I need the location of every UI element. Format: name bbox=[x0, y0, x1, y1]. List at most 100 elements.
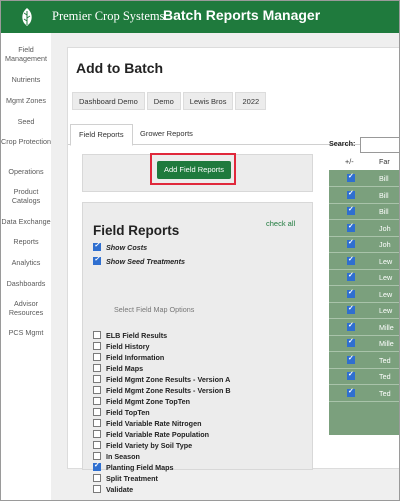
select-field-map-options[interactable]: Select Field Map Options bbox=[114, 305, 194, 314]
sidebar-item-product-catalogs[interactable]: Product Catalogs bbox=[1, 187, 51, 205]
row-checkbox[interactable] bbox=[347, 337, 355, 347]
report-option[interactable]: Validate bbox=[93, 485, 133, 494]
row-checkbox[interactable] bbox=[347, 238, 355, 248]
show-seed-treatments-label: Show Seed Treatments bbox=[106, 257, 185, 266]
report-checkbox[interactable] bbox=[93, 441, 101, 449]
table-row[interactable]: Lew bbox=[329, 286, 399, 303]
report-checkbox[interactable] bbox=[93, 331, 101, 339]
row-checkbox[interactable] bbox=[347, 271, 355, 281]
show-costs-checkbox[interactable] bbox=[93, 241, 101, 251]
sidebar-item-mgmt-zones[interactable]: Mgmt Zones bbox=[1, 96, 51, 105]
report-checkbox[interactable] bbox=[93, 408, 101, 416]
row-checkbox[interactable] bbox=[347, 354, 355, 364]
show-seed-treatments-option[interactable]: Show Seed Treatments bbox=[93, 255, 185, 266]
table-header: +/- Far bbox=[329, 154, 399, 170]
report-checkbox[interactable] bbox=[93, 452, 101, 460]
report-option[interactable]: Planting Field Maps bbox=[93, 461, 174, 472]
sidebar-item-analytics[interactable]: Analytics bbox=[1, 258, 51, 267]
report-checkbox[interactable] bbox=[93, 397, 101, 405]
main-area: Add to Batch Dashboard Demo Demo Lewis B… bbox=[51, 33, 399, 500]
sidebar-item-advisor-resources[interactable]: Advisor Resources bbox=[1, 299, 51, 317]
breadcrumb-item[interactable]: Lewis Bros bbox=[182, 92, 234, 110]
tab-field-reports[interactable]: Field Reports bbox=[70, 124, 133, 146]
report-checkbox[interactable] bbox=[93, 419, 101, 427]
table-row[interactable]: Ted bbox=[329, 368, 399, 385]
column-header-toggle[interactable]: +/- bbox=[345, 157, 354, 166]
report-label: Field Information bbox=[106, 353, 165, 362]
report-checkbox[interactable] bbox=[93, 461, 101, 471]
show-seed-treatments-checkbox[interactable] bbox=[93, 255, 101, 265]
report-checkbox[interactable] bbox=[93, 364, 101, 372]
row-checkbox[interactable] bbox=[347, 255, 355, 265]
report-option[interactable]: Field Mgmt Zone Results - Version A bbox=[93, 375, 230, 384]
check-all-link[interactable]: check all bbox=[266, 219, 295, 228]
sidebar-item-field-management[interactable]: Field Management bbox=[1, 45, 51, 63]
show-costs-option[interactable]: Show Costs bbox=[93, 241, 148, 252]
table-row[interactable]: Mille bbox=[329, 319, 399, 336]
report-option[interactable]: Field Mgmt Zone Results - Version B bbox=[93, 386, 231, 395]
leaf-logo-icon bbox=[22, 8, 32, 26]
row-checkbox[interactable] bbox=[347, 304, 355, 314]
app-title: Batch Reports Manager bbox=[163, 7, 321, 23]
report-option[interactable]: Field Variable Rate Nitrogen bbox=[93, 419, 201, 428]
row-checkbox[interactable] bbox=[347, 387, 355, 397]
report-checkbox[interactable] bbox=[93, 375, 101, 383]
report-option[interactable]: Field Maps bbox=[93, 364, 143, 373]
row-checkbox[interactable] bbox=[347, 189, 355, 199]
report-option[interactable]: Field TopTen bbox=[93, 408, 150, 417]
report-label: Field Variable Rate Nitrogen bbox=[106, 419, 202, 428]
search-input[interactable] bbox=[360, 137, 399, 153]
row-checkbox[interactable] bbox=[347, 222, 355, 232]
row-checkbox[interactable] bbox=[347, 370, 355, 380]
row-checkbox[interactable] bbox=[347, 205, 355, 215]
report-option[interactable]: Field Information bbox=[93, 353, 164, 362]
table-row[interactable]: Lew bbox=[329, 269, 399, 286]
report-checkbox[interactable] bbox=[93, 353, 101, 361]
sidebar-item-seed[interactable]: Seed bbox=[1, 117, 51, 126]
report-checkbox[interactable] bbox=[93, 474, 101, 482]
report-option[interactable]: Field Variety by Soil Type bbox=[93, 441, 192, 450]
field-reports-section: Field Reports check all Show Costs Show … bbox=[82, 202, 313, 494]
table-row[interactable]: Lew bbox=[329, 253, 399, 270]
table-row[interactable]: Ted bbox=[329, 385, 399, 402]
sidebar-item-operations[interactable]: Operations bbox=[1, 167, 51, 176]
breadcrumb-item[interactable]: Demo bbox=[146, 92, 181, 110]
column-header-farm[interactable]: Far bbox=[379, 157, 390, 166]
row-checkbox[interactable] bbox=[347, 321, 355, 331]
table-row[interactable]: Bill bbox=[329, 203, 399, 220]
farm-cell: Ted bbox=[379, 355, 391, 365]
highlight-box bbox=[150, 153, 236, 185]
table-row[interactable]: Bill bbox=[329, 170, 399, 187]
table-row[interactable]: Lew bbox=[329, 302, 399, 319]
report-option[interactable]: ELB Field Results bbox=[93, 331, 167, 340]
table-row[interactable]: Ted bbox=[329, 352, 399, 369]
report-checkbox[interactable] bbox=[93, 386, 101, 394]
report-label: Field Mgmt Zone Results - Version B bbox=[106, 386, 231, 395]
show-costs-label: Show Costs bbox=[106, 243, 148, 252]
row-checkbox[interactable] bbox=[347, 172, 355, 182]
breadcrumb-item[interactable]: Dashboard Demo bbox=[72, 92, 145, 110]
report-option[interactable]: In Season bbox=[93, 452, 140, 461]
tab-grower-reports[interactable]: Grower Reports bbox=[132, 124, 201, 144]
table-row[interactable]: Bill bbox=[329, 187, 399, 204]
table-row[interactable]: Joh bbox=[329, 236, 399, 253]
row-checkbox[interactable] bbox=[347, 288, 355, 298]
report-checkbox[interactable] bbox=[93, 485, 101, 493]
report-option[interactable]: Field History bbox=[93, 342, 150, 351]
sidebar-item-crop-protection[interactable]: Crop Protection bbox=[1, 137, 51, 146]
farm-cell: Bill bbox=[379, 207, 389, 216]
table-row[interactable]: Joh bbox=[329, 220, 399, 237]
fields-table: Bill Bill Bill Joh Joh Lew Lew Lew Lew M… bbox=[329, 170, 399, 435]
report-option[interactable]: Split Treatment bbox=[93, 474, 158, 483]
sidebar-item-nutrients[interactable]: Nutrients bbox=[1, 75, 51, 84]
report-option[interactable]: Field Mgmt Zone TopTen bbox=[93, 397, 190, 406]
sidebar-item-pcs-mgmt[interactable]: PCS Mgmt bbox=[1, 328, 51, 337]
sidebar-item-data-exchange[interactable]: Data Exchange bbox=[1, 217, 51, 226]
report-checkbox[interactable] bbox=[93, 430, 101, 438]
sidebar-item-reports[interactable]: Reports bbox=[1, 237, 51, 246]
table-row[interactable]: Mille bbox=[329, 335, 399, 352]
report-checkbox[interactable] bbox=[93, 342, 101, 350]
report-option[interactable]: Field Variable Rate Population bbox=[93, 430, 209, 439]
sidebar-item-dashboards[interactable]: Dashboards bbox=[1, 279, 51, 288]
breadcrumb-item[interactable]: 2022 bbox=[235, 92, 267, 110]
